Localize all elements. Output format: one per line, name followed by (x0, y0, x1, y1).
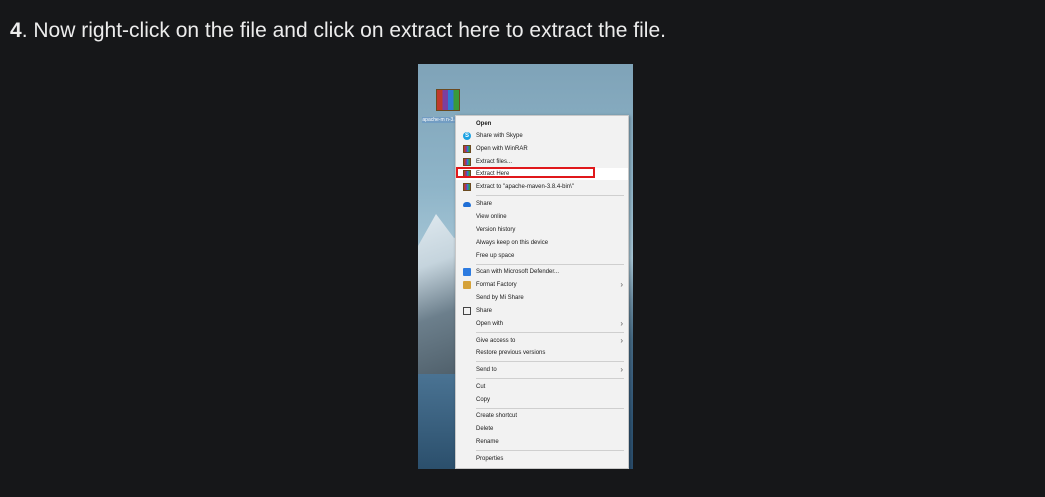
menu-separator (476, 264, 624, 265)
menu-item-version-history[interactable]: Version history (456, 224, 628, 236)
menu-separator (476, 332, 624, 333)
format-factory-icon (463, 281, 471, 289)
chevron-right-icon: › (620, 336, 623, 345)
menu-item-send-to[interactable]: Send to › (456, 364, 628, 376)
menu-separator (476, 195, 624, 196)
winrar-icon (463, 145, 471, 153)
menu-item-scan-defender[interactable]: Scan with Microsoft Defender... (456, 266, 628, 278)
menu-separator (476, 450, 624, 451)
skype-icon: S (463, 132, 471, 140)
share-icon (463, 307, 471, 315)
context-menu: Open S Share with Skype Open with WinRAR … (455, 115, 629, 469)
menu-separator (476, 378, 624, 379)
menu-item-free-up-space[interactable]: Free up space (456, 250, 628, 262)
chevron-right-icon: › (620, 319, 623, 328)
menu-item-give-access[interactable]: Give access to › (456, 335, 628, 347)
step-text: . Now right-click on the file and click … (21, 19, 666, 42)
menu-item-share[interactable]: Share (456, 305, 628, 317)
chevron-right-icon: › (620, 280, 623, 289)
menu-item-format-factory[interactable]: Format Factory › (456, 279, 628, 291)
menu-item-always-keep[interactable]: Always keep on this device (456, 237, 628, 249)
winrar-archive-icon[interactable] (436, 89, 460, 111)
onedrive-icon (463, 202, 471, 207)
menu-item-send-by-mi-share[interactable]: Send by Mi Share (456, 292, 628, 304)
menu-item-open-with[interactable]: Open with › (456, 318, 628, 330)
defender-icon (463, 268, 471, 276)
menu-item-view-online[interactable]: View online (456, 211, 628, 223)
menu-item-onedrive-share[interactable]: Share (456, 198, 628, 210)
menu-item-open[interactable]: Open (456, 118, 628, 130)
menu-item-rename[interactable]: Rename (456, 436, 628, 448)
winrar-icon (463, 183, 471, 191)
menu-item-extract-to-folder[interactable]: Extract to "apache-maven-3.8.4-bin\" (456, 181, 628, 193)
menu-separator (476, 408, 624, 409)
menu-item-restore-versions[interactable]: Restore previous versions (456, 347, 628, 359)
menu-item-share-with-skype[interactable]: S Share with Skype (456, 130, 628, 142)
chevron-right-icon: › (620, 365, 623, 374)
menu-separator (476, 361, 624, 362)
menu-item-cut[interactable]: Cut (456, 381, 628, 393)
menu-item-open-with-winrar[interactable]: Open with WinRAR (456, 143, 628, 155)
menu-item-delete[interactable]: Delete (456, 423, 628, 435)
instruction-text: 4. Now right-click on the file and click… (10, 17, 666, 45)
step-number: 4 (10, 19, 22, 42)
menu-item-create-shortcut[interactable]: Create shortcut (456, 410, 628, 422)
menu-item-properties[interactable]: Properties (456, 453, 628, 465)
extract-here-highlight-box (456, 167, 595, 178)
screenshot: apache-m n-3.8.4 Open S Share with Skype … (418, 64, 633, 469)
menu-item-copy[interactable]: Copy (456, 394, 628, 406)
winrar-icon (463, 158, 471, 166)
